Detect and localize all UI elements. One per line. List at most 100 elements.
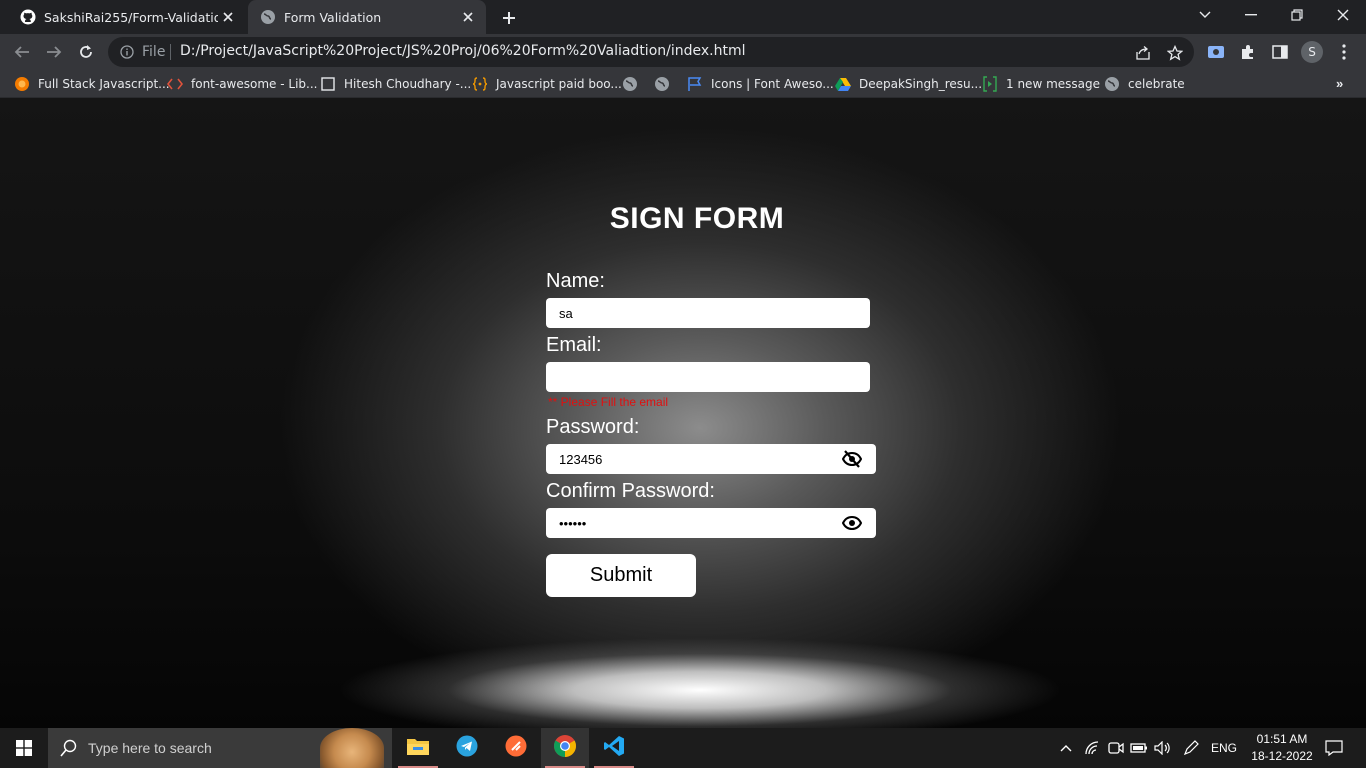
- profile-avatar[interactable]: S: [1301, 41, 1323, 63]
- password-input-value: 123456: [559, 451, 603, 467]
- scheme-label: File: [142, 44, 166, 60]
- bookmark-item[interactable]: Icons | Font Aweso...: [687, 74, 834, 94]
- name-label: Name:: [546, 270, 605, 292]
- more-bookmarks-chevron-icon[interactable]: »: [1336, 76, 1343, 91]
- bookmark-item[interactable]: celebrate: [1104, 74, 1185, 94]
- page-viewport: SIGN FORM Name: sa Email: ** Please Fill…: [0, 98, 1366, 728]
- taskbar-clock[interactable]: 01:51 AM 18-12-2022: [1244, 731, 1320, 765]
- form-title: SIGN FORM: [609, 202, 785, 235]
- bookmark-label: Javascript paid boo...: [496, 77, 622, 91]
- globe-icon: [654, 76, 670, 92]
- password-input[interactable]: 123456: [546, 444, 876, 474]
- taskbar-telegram[interactable]: [443, 728, 491, 768]
- bookmark-item[interactable]: 1 new message: [982, 74, 1100, 94]
- bookmark-label: celebrate: [1128, 77, 1185, 91]
- github-icon: [20, 9, 36, 25]
- email-label: Email:: [546, 334, 602, 356]
- taskbar-vscode[interactable]: [590, 728, 638, 768]
- side-panel-icon[interactable]: [1270, 42, 1290, 62]
- new-tab-icon[interactable]: [498, 7, 520, 29]
- extensions-puzzle-icon[interactable]: [1238, 42, 1258, 62]
- password-label: Password:: [546, 416, 640, 438]
- vscode-icon: [603, 735, 625, 762]
- bookmark-label: Full Stack Javascript...: [38, 77, 170, 91]
- meet-now-icon[interactable]: [1106, 728, 1126, 768]
- globe-icon: [622, 76, 638, 92]
- forward-arrow-icon[interactable]: [42, 40, 66, 64]
- confirm-password-input-value: ••••••: [559, 515, 587, 531]
- tab-search-chevron-icon[interactable]: [1182, 0, 1228, 30]
- email-input[interactable]: [546, 362, 870, 392]
- submit-button[interactable]: Submit: [546, 554, 696, 597]
- back-arrow-icon[interactable]: [10, 40, 34, 64]
- curly-braces-icon: [472, 76, 488, 92]
- close-tab-icon[interactable]: [218, 7, 238, 27]
- bookmark-item[interactable]: Full Stack Javascript...: [14, 74, 170, 94]
- close-tab-icon[interactable]: [458, 7, 478, 27]
- bookmark-label: DeepakSingh_resu...: [859, 77, 983, 91]
- google-drive-icon: [835, 76, 851, 92]
- browser-toolbar: File D:/Project/JavaScript%20Project/JS%…: [0, 34, 1366, 70]
- search-icon: [60, 739, 78, 762]
- taskbar-file-explorer[interactable]: [394, 728, 442, 768]
- bookmark-label: font-awesome - Lib...: [191, 77, 318, 91]
- wifi-icon[interactable]: [1082, 728, 1102, 768]
- search-highlight-lion-icon: [320, 728, 384, 768]
- reload-icon[interactable]: [74, 40, 98, 64]
- language-indicator[interactable]: ENG: [1208, 728, 1240, 768]
- tab-title: SakshiRai255/Form-Validation: [44, 9, 218, 25]
- taskbar-postman[interactable]: [492, 728, 540, 768]
- chrome-icon: [553, 734, 577, 763]
- square-icon: [320, 76, 336, 92]
- confirm-password-label: Confirm Password:: [546, 480, 715, 502]
- confirm-password-input[interactable]: ••••••: [546, 508, 876, 538]
- bookmark-label: 1 new message: [1006, 77, 1100, 91]
- volume-icon[interactable]: [1152, 728, 1174, 768]
- code-brackets-icon: [167, 76, 183, 92]
- share-icon[interactable]: [1134, 44, 1152, 62]
- globe-icon: [260, 9, 276, 25]
- kebab-menu-icon[interactable]: [1334, 42, 1354, 62]
- clock-time: 01:51 AM: [1256, 732, 1308, 746]
- minimize-icon[interactable]: [1228, 0, 1274, 30]
- name-input-value: sa: [559, 305, 573, 321]
- address-url[interactable]: D:/Project/JavaScript%20Project/JS%20Pro…: [180, 43, 746, 59]
- eye-icon[interactable]: [842, 514, 862, 532]
- tray-chevron-up-icon[interactable]: [1056, 728, 1076, 768]
- tab-form-validation[interactable]: Form Validation: [248, 0, 486, 34]
- info-icon[interactable]: [120, 45, 134, 64]
- name-input[interactable]: sa: [546, 298, 870, 328]
- bookmark-item[interactable]: [654, 74, 678, 94]
- orange-circle-icon: [14, 76, 30, 92]
- file-explorer-icon: [406, 736, 430, 761]
- chat-icon: [982, 76, 998, 92]
- bookmark-item[interactable]: Hitesh Choudhary -...: [320, 74, 471, 94]
- bookmark-item[interactable]: Javascript paid boo...: [472, 74, 622, 94]
- close-window-icon[interactable]: [1320, 0, 1366, 30]
- windows-taskbar: Type here to search ENG 01:51 AM 18-12-2…: [0, 728, 1366, 768]
- bookmark-label: Hitesh Choudhary -...: [344, 77, 472, 91]
- eye-slash-icon[interactable]: [842, 450, 862, 468]
- bookmark-item[interactable]: DeepakSingh_resu...: [835, 74, 982, 94]
- bookmarks-bar: Full Stack Javascript... font-awesome - …: [0, 70, 1366, 98]
- globe-icon: [1104, 76, 1120, 92]
- screencast-icon[interactable]: [1206, 42, 1226, 62]
- bookmark-star-icon[interactable]: [1166, 44, 1184, 62]
- bookmark-item[interactable]: [622, 74, 646, 94]
- tab-github[interactable]: SakshiRai255/Form-Validation: [8, 0, 246, 34]
- notification-icon[interactable]: [1322, 728, 1346, 768]
- pen-icon[interactable]: [1180, 728, 1202, 768]
- address-divider: [170, 44, 171, 60]
- search-placeholder: Type here to search: [88, 740, 212, 756]
- flag-icon: [687, 76, 703, 92]
- bookmark-item[interactable]: font-awesome - Lib...: [167, 74, 317, 94]
- email-error-message: ** Please Fill the email: [548, 395, 669, 409]
- taskbar-chrome[interactable]: [541, 728, 589, 768]
- windows-start-icon[interactable]: [0, 728, 48, 768]
- postman-icon: [505, 735, 527, 762]
- address-bar[interactable]: File D:/Project/JavaScript%20Project/JS%…: [108, 37, 1194, 67]
- battery-icon[interactable]: [1128, 728, 1150, 768]
- tab-strip: SakshiRai255/Form-Validation Form Valida…: [0, 0, 1366, 34]
- tab-title: Form Validation: [284, 9, 382, 25]
- restore-icon[interactable]: [1274, 0, 1320, 30]
